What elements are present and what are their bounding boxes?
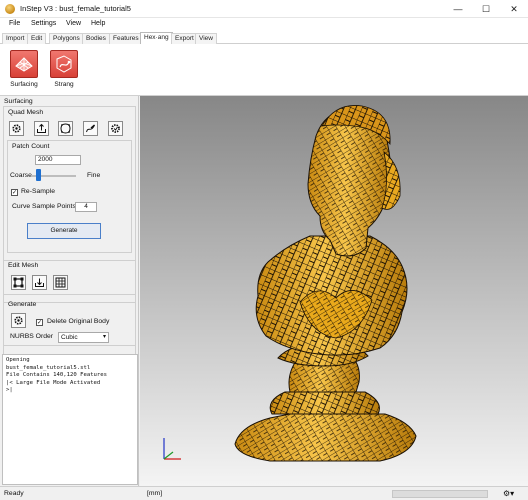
close-button[interactable]: ✕ bbox=[500, 0, 528, 18]
tab-features[interactable]: Features bbox=[109, 33, 143, 44]
tab-export[interactable]: Export bbox=[171, 33, 198, 44]
node-edit-icon bbox=[13, 277, 24, 288]
resample-label: Re-Sample bbox=[21, 188, 55, 195]
bust-pedestal-base bbox=[234, 391, 417, 462]
edit-grid-button[interactable] bbox=[53, 275, 68, 290]
strang-curve-icon bbox=[50, 50, 78, 78]
delete-original-checkbox[interactable]: ✓ bbox=[36, 319, 43, 326]
patch-outline-icon bbox=[60, 123, 71, 134]
quad-export-button[interactable] bbox=[34, 121, 49, 136]
window-title: InStep V3 : bust_female_tutorial5 bbox=[20, 4, 131, 13]
surface-mesh-icon bbox=[10, 50, 38, 78]
maximize-button[interactable]: ☐ bbox=[472, 0, 500, 18]
quad-settings-button[interactable] bbox=[108, 121, 123, 136]
nurbs-order-label: NURBS Order bbox=[10, 333, 54, 340]
menu-file[interactable]: File bbox=[9, 20, 20, 27]
quad-mesh-header: Quad Mesh bbox=[8, 109, 44, 116]
resample-checkbox[interactable]: ✓ bbox=[11, 189, 18, 196]
curve-sample-input[interactable]: 4 bbox=[75, 202, 97, 212]
quad-patch-button[interactable] bbox=[58, 121, 73, 136]
menu-bar: File Settings View Help bbox=[0, 18, 528, 32]
curve-sample-label: Curve Sample Points bbox=[12, 203, 76, 210]
log-line: bust_female_tutorial5.stl bbox=[6, 364, 91, 371]
grid-icon bbox=[55, 277, 66, 288]
log-line: Opening bbox=[6, 357, 30, 363]
log-line: File Contains 140,120 Features bbox=[6, 372, 108, 379]
download-icon bbox=[35, 278, 44, 287]
minimize-button[interactable]: — bbox=[444, 0, 472, 18]
edit-download-button[interactable] bbox=[32, 275, 47, 290]
menu-view[interactable]: View bbox=[66, 20, 81, 27]
chevron-down-icon: ▾ bbox=[102, 334, 106, 340]
gear-icon bbox=[12, 124, 21, 133]
slider-coarse-label: Coarse bbox=[10, 172, 32, 179]
edit-mesh-header: Edit Mesh bbox=[8, 262, 39, 269]
strang-label: Strang bbox=[54, 81, 74, 88]
curve-draw-icon bbox=[86, 124, 95, 133]
tab-view[interactable]: View bbox=[195, 33, 217, 44]
bust-torso bbox=[255, 235, 408, 356]
status-bar: Ready [mm] ⚙▾ bbox=[0, 486, 528, 500]
menu-help[interactable]: Help bbox=[91, 20, 105, 27]
slider-fine-label: Fine bbox=[87, 172, 101, 179]
generate-quad-button[interactable]: Generate bbox=[27, 223, 101, 239]
generate-header: Generate bbox=[8, 301, 37, 308]
axis-triad bbox=[163, 438, 181, 460]
gear-dropdown-icon[interactable]: ⚙▾ bbox=[503, 489, 514, 498]
log-line: |< Large File Mode Activated bbox=[6, 379, 101, 386]
bust-head bbox=[307, 105, 401, 257]
gear-icon bbox=[14, 316, 23, 325]
tab-hexang[interactable]: Hex·ang bbox=[140, 32, 173, 44]
surfacing-label: Surfacing bbox=[10, 81, 38, 88]
quad-gear-button[interactable] bbox=[9, 121, 24, 136]
3d-viewport[interactable] bbox=[140, 96, 528, 486]
export-icon bbox=[37, 123, 46, 133]
delete-original-label: Delete Original Body bbox=[47, 318, 110, 325]
tab-import[interactable]: Import bbox=[2, 33, 29, 44]
patch-count-label: Patch Count bbox=[12, 143, 50, 150]
settings-gear-icon bbox=[111, 124, 120, 133]
patch-density-slider-thumb[interactable] bbox=[36, 169, 41, 181]
nurbs-order-value: Cubic bbox=[61, 334, 78, 341]
quad-curve-button[interactable] bbox=[83, 121, 98, 136]
log-line: >| bbox=[6, 387, 13, 394]
status-units: [mm] bbox=[147, 490, 163, 497]
panel-title: Surfacing bbox=[4, 98, 33, 105]
bust-model bbox=[163, 105, 417, 462]
title-bar: InStep V3 : bust_female_tutorial5 — ☐ ✕ bbox=[0, 0, 528, 18]
tab-bodies[interactable]: Bodies bbox=[82, 33, 110, 44]
surfacing-button[interactable]: Surfacing bbox=[4, 50, 44, 88]
tab-polygons[interactable]: Polygons bbox=[49, 33, 84, 44]
app-logo-icon bbox=[5, 4, 15, 14]
log-output[interactable]: Opening bust_female_tutorial5.stl File C… bbox=[2, 354, 138, 485]
nurbs-order-select[interactable]: Cubic ▾ bbox=[58, 332, 109, 343]
edit-node-button[interactable] bbox=[11, 275, 26, 290]
strang-button[interactable]: Strang bbox=[44, 50, 84, 88]
ribbon: Surfacing Strang bbox=[0, 44, 528, 96]
generate-nurbs-button[interactable] bbox=[11, 313, 26, 328]
progress-bar bbox=[392, 490, 488, 498]
menu-settings[interactable]: Settings bbox=[31, 20, 56, 27]
status-ready: Ready bbox=[4, 490, 24, 497]
ribbon-tabs: Import Edit Polygons Bodies Features Hex… bbox=[0, 32, 528, 44]
tab-edit[interactable]: Edit bbox=[27, 33, 47, 44]
patch-count-input[interactable]: 2000 bbox=[35, 155, 81, 165]
